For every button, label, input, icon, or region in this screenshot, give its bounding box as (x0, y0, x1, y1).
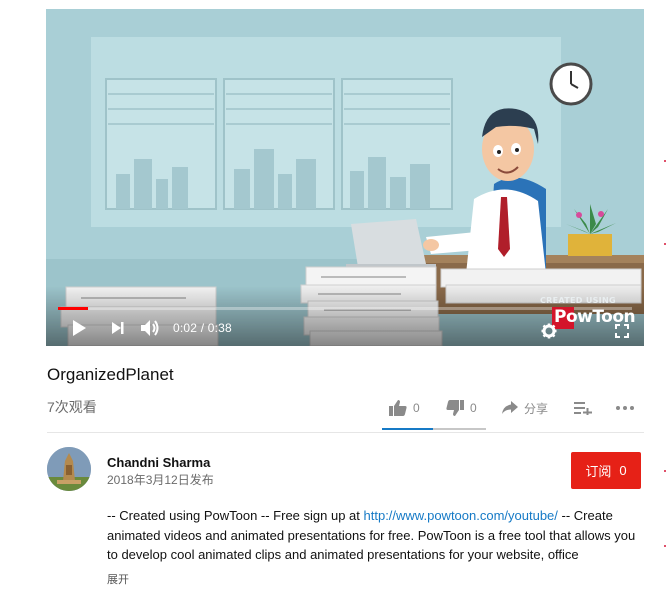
video-description: -- Created using PowToon -- Free sign up… (107, 506, 642, 565)
time-display: 0:02 / 0:38 (173, 321, 232, 335)
edge-fragment (664, 243, 666, 245)
fullscreen-icon (615, 324, 629, 338)
thumbs-down-icon (446, 400, 464, 416)
add-to-playlist-button[interactable] (574, 398, 592, 418)
share-arrow-icon (502, 401, 518, 414)
time-separator: / (197, 321, 208, 335)
volume-icon (141, 320, 159, 336)
next-button[interactable] (108, 316, 128, 340)
publish-date: 2018年3月12日发布 (107, 473, 214, 487)
video-title: OrganizedPlanet (47, 365, 174, 384)
share-button[interactable]: 分享 (502, 398, 548, 418)
playlist-add-icon (574, 402, 592, 415)
avatar-image (47, 447, 91, 491)
skip-next-icon (112, 322, 124, 334)
time-total: 0:38 (207, 321, 232, 335)
subscribe-label: 订阅 (585, 464, 612, 479)
subscriber-count: 0 (619, 463, 627, 478)
dislike-count: 0 (470, 401, 477, 415)
progress-fill (58, 307, 89, 310)
video-player[interactable]: 0:02 / 0:38 CREATED USING PowToon (46, 9, 644, 346)
description-link[interactable]: http://www.powtoon.com/youtube/ (364, 508, 558, 523)
edge-fragment (664, 160, 666, 162)
edge-fragment (664, 470, 666, 472)
divider (47, 432, 644, 433)
view-count: 7次观看 (47, 399, 97, 415)
gear-icon (541, 323, 557, 339)
show-more-button[interactable]: 展开 (107, 571, 129, 587)
like-count: 0 (413, 401, 420, 415)
play-icon (73, 320, 86, 336)
sentiment-bar-likes (382, 428, 433, 430)
share-label: 分享 (524, 401, 549, 416)
channel-name[interactable]: Chandni Sharma (107, 455, 210, 470)
thumbs-up-icon (389, 400, 407, 416)
fullscreen-button[interactable] (612, 319, 632, 343)
subscribe-button[interactable]: 订阅 0 (571, 452, 641, 489)
settings-button[interactable] (540, 319, 558, 343)
play-button[interactable] (68, 316, 90, 340)
dislike-button[interactable]: 0 (446, 398, 477, 418)
time-current: 0:02 (173, 321, 198, 335)
volume-button[interactable] (138, 316, 162, 340)
more-actions-button[interactable] (616, 398, 634, 418)
edge-fragment (664, 545, 666, 547)
channel-avatar[interactable] (47, 447, 91, 491)
watermark-caption: CREATED USING (540, 296, 616, 305)
description-text-intro: -- Created using PowToon -- Free sign up… (107, 508, 364, 523)
more-horizontal-icon (616, 406, 634, 410)
like-button[interactable]: 0 (389, 398, 420, 418)
